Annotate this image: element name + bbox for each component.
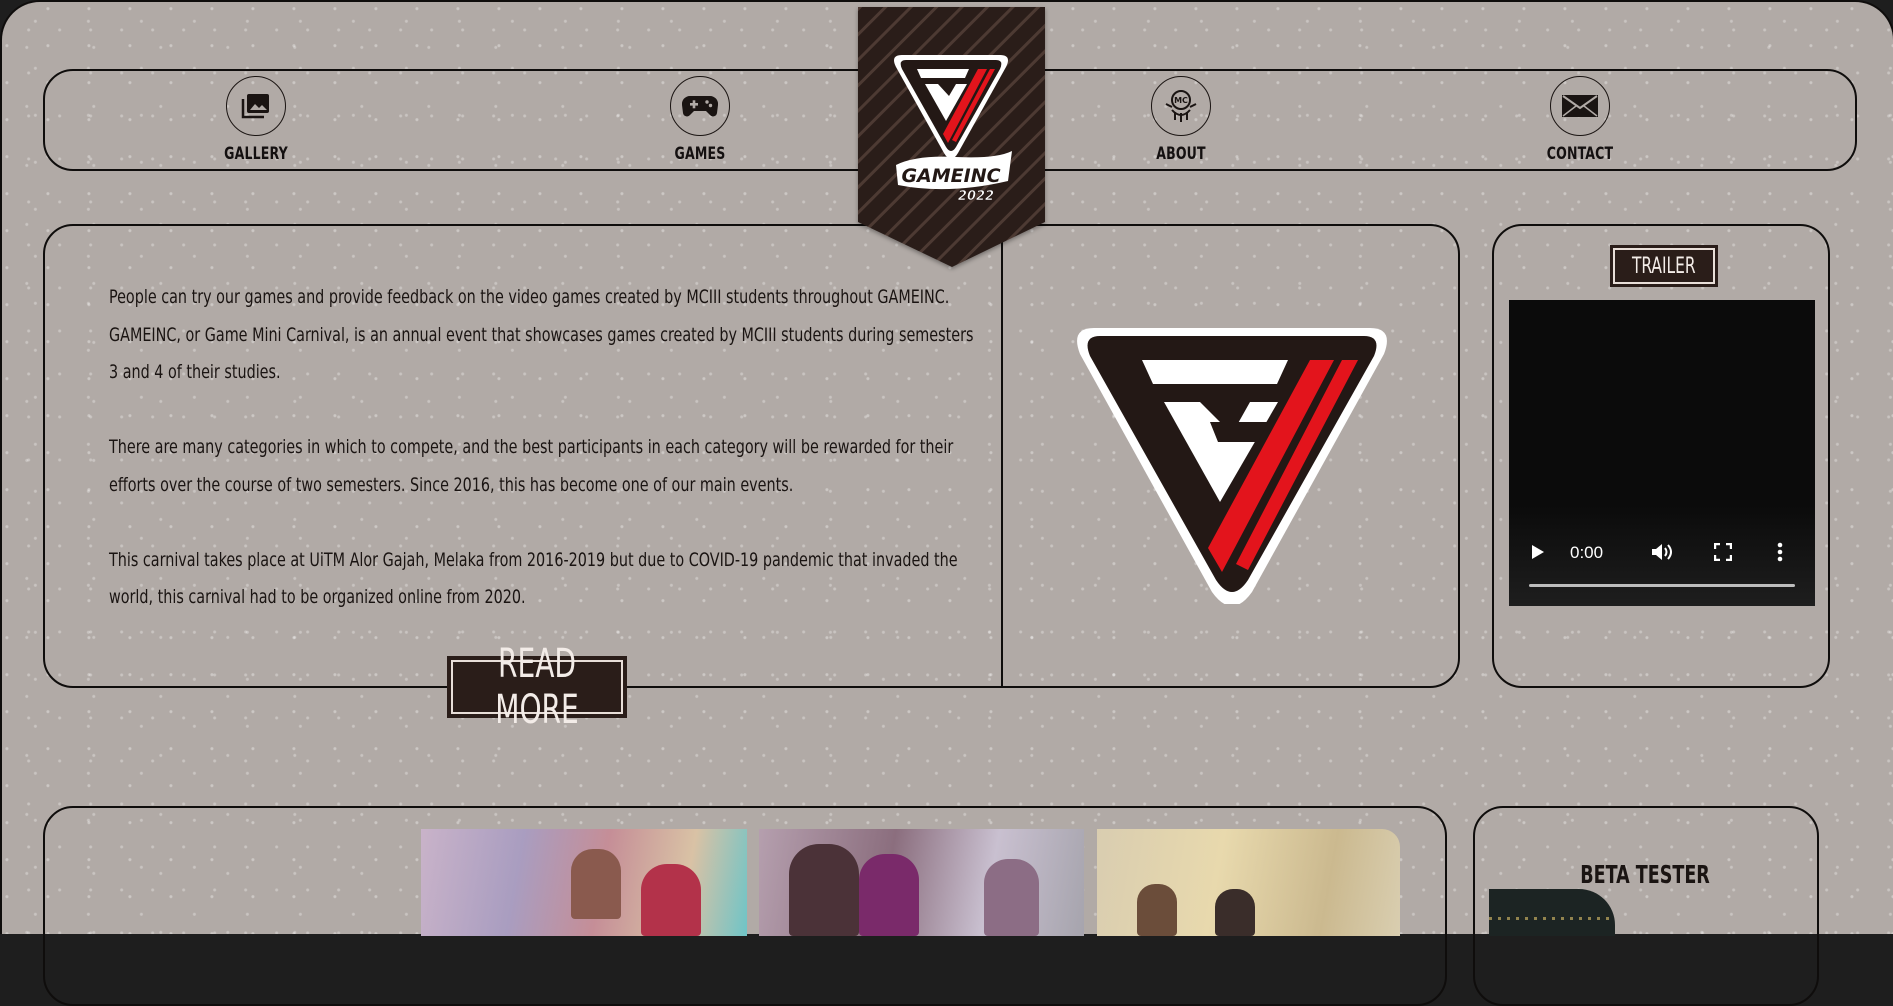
photo-figure [641,864,701,936]
nav-item-games[interactable]: GAMES [630,76,770,164]
read-more-button[interactable]: READ MORE [447,641,627,733]
gallery-photo-3[interactable] [1097,829,1400,936]
image-lights [1489,917,1615,920]
photo-figure [571,849,621,919]
trailer-tag-frame: TRAILER [1613,248,1715,284]
intro-paragraph-2: There are many categories in which to co… [109,436,954,496]
intro-paragraph-1: People can try our games and provide fee… [109,286,974,383]
nav-label-games: GAMES [674,144,726,164]
photo-figure [984,859,1039,936]
intro-text: People can try our games and provide fee… [109,279,979,654]
gallery-photo-1[interactable] [421,829,747,936]
more-vertical-icon [1777,542,1783,562]
banner-wordmark-line1: GAMEINC [901,165,1000,187]
volume-button[interactable] [1651,540,1673,564]
trailer-video-player[interactable]: 0:00 [1509,300,1815,606]
gallery-photo-2[interactable] [759,829,1084,936]
photo-figure [1215,889,1255,936]
more-options-button[interactable] [1777,540,1783,564]
intro-paragraph-3: This carnival takes place at UiTM Alor G… [109,548,958,609]
nav-label-contact: CONTACT [1546,144,1614,164]
trailer-label: TRAILER [1632,253,1696,279]
read-more-frame: READ MORE [451,641,623,733]
photo-figure [1137,884,1177,936]
gameinc-banner-logo[interactable]: GAMEINC 2022 [858,7,1045,267]
nav-label-about: ABOUT [1156,144,1206,164]
play-icon [1532,545,1544,559]
photo-figure [789,844,859,936]
photo-figure [859,854,919,936]
page-background: GALLERY GAMES MC ABOUT CONTACT People ca… [0,0,1893,1006]
nav-item-gallery[interactable]: GALLERY [186,76,326,164]
beta-tester-title: BETA TESTER [1560,860,1730,889]
banner-wordmark-line2: 2022 [958,189,994,204]
play-button[interactable] [1531,540,1545,564]
nav-label-gallery: GALLERY [224,144,288,164]
intro-panel-divider [1001,224,1003,688]
gallery-icon [226,76,286,136]
gameinc-logo-large [1077,328,1387,604]
nav-item-contact[interactable]: CONTACT [1510,76,1650,164]
mc-badge-icon: MC [1151,76,1211,136]
fullscreen-icon [1714,543,1732,561]
video-time: 0:00 [1570,543,1604,562]
video-controls: 0:00 [1509,506,1815,606]
read-more-label: READ MORE [495,641,579,733]
video-control-row: 0:00 [1523,540,1801,564]
video-progress-bar[interactable] [1529,584,1795,587]
volume-icon [1652,544,1672,560]
beta-tester-image[interactable] [1489,889,1615,936]
fullscreen-button[interactable] [1714,540,1732,564]
beta-tester-title-text: BETA TESTER [1580,860,1710,889]
trailer-tag: TRAILER [1610,245,1718,287]
envelope-icon [1550,76,1610,136]
svg-text:MC: MC [1174,96,1188,105]
gamepad-icon [670,76,730,136]
nav-item-about[interactable]: MC ABOUT [1111,76,1251,164]
